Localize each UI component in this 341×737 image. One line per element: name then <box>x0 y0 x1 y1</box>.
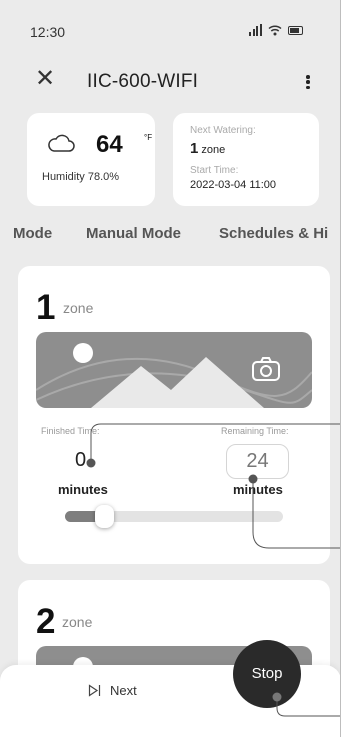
next-watering-label: Next Watering: <box>190 125 256 136</box>
status-bar: 12:30 <box>0 0 340 62</box>
more-options-icon[interactable] <box>302 72 314 92</box>
next-button[interactable]: Next <box>88 683 137 698</box>
next-watering-zone-word: zone <box>201 144 226 156</box>
camera-icon[interactable] <box>251 356 281 382</box>
cloud-icon <box>48 134 75 152</box>
mode-tabs: Mode Manual Mode Schedules & Hi <box>0 225 340 249</box>
tab-schedules[interactable]: Schedules & Hi <box>219 225 328 242</box>
zone-image[interactable] <box>36 332 312 408</box>
battery-icon <box>287 26 303 35</box>
next-label: Next <box>110 683 137 698</box>
status-icons <box>249 24 303 36</box>
remaining-time-input[interactable]: 24 <box>226 444 289 479</box>
start-time-label: Start Time: <box>190 165 239 176</box>
zone-card[interactable]: 1 zone Finished Time: Remaining Time: 0 … <box>18 266 330 564</box>
finished-time-value: 0 <box>75 449 87 471</box>
zone-label-2: zone <box>62 614 93 630</box>
next-watering-card: Next Watering: 1 zone Start Time: 2022-03… <box>173 113 319 206</box>
finished-time-unit: minutes <box>58 482 108 497</box>
status-time: 12:30 <box>30 24 66 40</box>
temperature-value: 64 <box>96 131 123 158</box>
progress-slider[interactable] <box>65 505 283 528</box>
humidity-text: Humidity 78.0% <box>42 171 120 183</box>
stop-button[interactable]: Stop <box>233 640 301 708</box>
zone-number-2: 2 <box>36 602 56 641</box>
signal-icon <box>249 24 262 36</box>
page-title: IIC-600-WIFI <box>87 71 199 92</box>
tab-manual-mode[interactable]: Manual Mode <box>86 225 181 242</box>
next-watering-zone-number: 1 <box>190 140 199 157</box>
slider-thumb[interactable] <box>95 505 114 528</box>
finished-time-label: Finished Time: <box>41 426 100 436</box>
remaining-time-label: Remaining Time: <box>221 426 289 436</box>
zone-number: 1 <box>36 288 56 327</box>
zone-label: zone <box>63 300 94 316</box>
next-watering-zone: 1 zone <box>190 140 225 157</box>
slider-fill <box>65 511 96 522</box>
remaining-time-unit: minutes <box>233 482 283 497</box>
temperature-unit: °F <box>144 133 153 142</box>
close-icon[interactable]: ✕ <box>34 66 56 92</box>
start-time-value: 2022-03-04 11:00 <box>190 179 277 191</box>
skip-next-icon <box>88 684 101 697</box>
app-screen: 12:30 ✕ IIC-600-WIFI 64 °F Humidity 78.0… <box>0 0 341 737</box>
weather-card: 64 °F Humidity 78.0% <box>27 113 155 206</box>
wifi-icon <box>268 25 281 36</box>
tab-mode[interactable]: Mode <box>13 225 52 242</box>
